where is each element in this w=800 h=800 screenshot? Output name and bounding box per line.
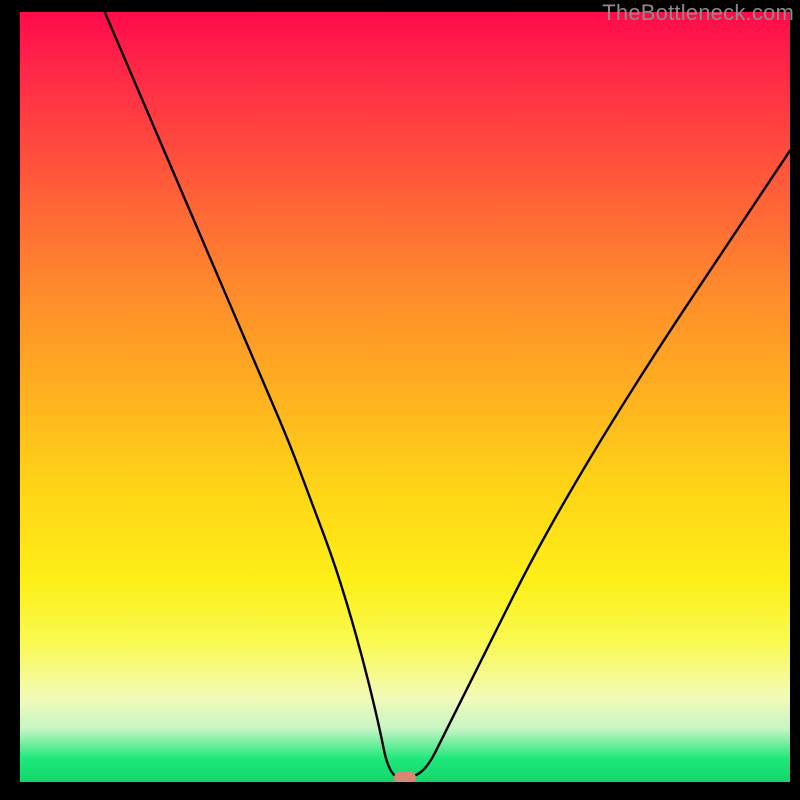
chart-stage: TheBottleneck.com — [0, 0, 800, 800]
bottleneck-curve — [105, 12, 790, 778]
minimum-marker — [394, 772, 416, 782]
plot-area — [20, 12, 790, 782]
watermark-text: TheBottleneck.com — [602, 0, 794, 26]
curve-layer — [20, 12, 790, 782]
